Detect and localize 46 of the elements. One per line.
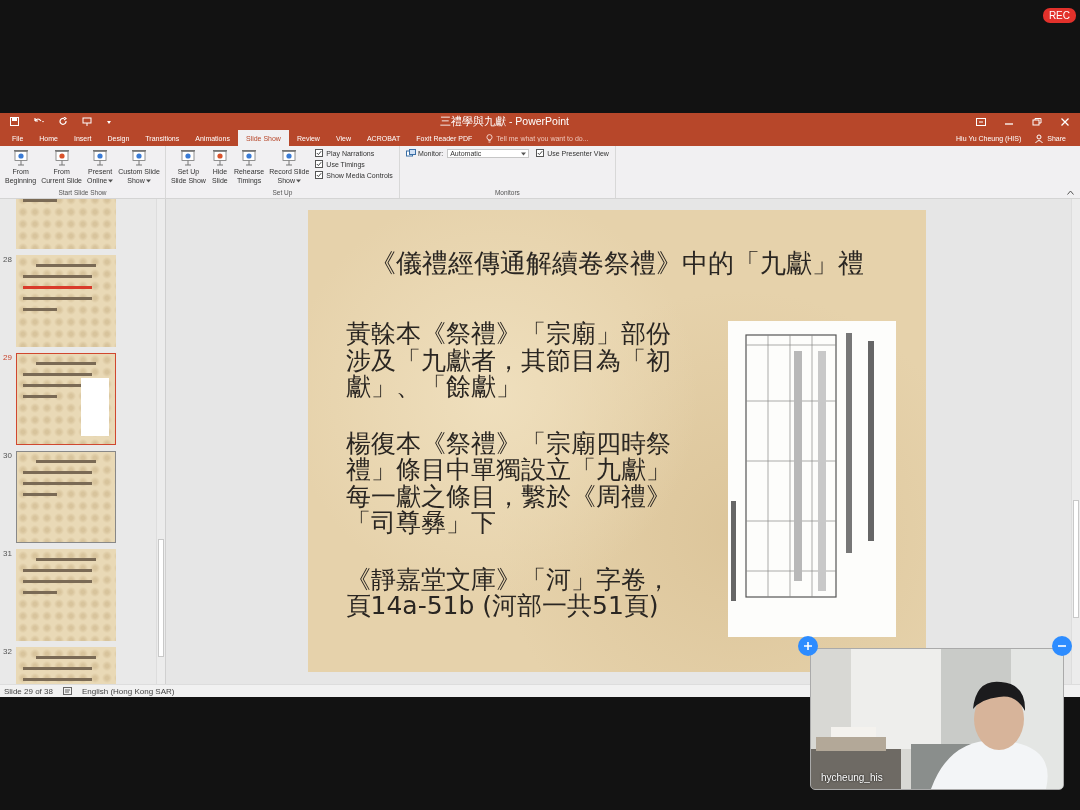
plus-icon bbox=[803, 641, 813, 651]
screen-icon bbox=[210, 149, 229, 166]
slide-paragraph: 《靜嘉堂文庫》「河」字卷，頁14a-51b (河部一共51頁) bbox=[345, 566, 672, 620]
customize-icon[interactable] bbox=[106, 118, 112, 125]
redo-icon[interactable] bbox=[59, 117, 68, 126]
screen-icon bbox=[91, 149, 110, 166]
collapse-ribbon-icon[interactable] bbox=[1067, 190, 1074, 195]
screen-icon bbox=[130, 149, 149, 166]
scrollbar[interactable] bbox=[1071, 199, 1080, 684]
slide-number: 30 bbox=[3, 451, 13, 462]
slide-number: 31 bbox=[3, 549, 13, 560]
person-icon bbox=[1035, 133, 1045, 143]
checkbox[interactable] bbox=[315, 149, 324, 157]
slide-thumbnail[interactable] bbox=[16, 353, 116, 445]
scrollbar[interactable] bbox=[156, 199, 165, 684]
lightbulb-icon bbox=[486, 133, 494, 143]
screen-icon bbox=[280, 149, 299, 166]
save-icon[interactable] bbox=[10, 117, 19, 126]
caret-icon bbox=[521, 151, 527, 156]
slide-thumbnail[interactable] bbox=[16, 549, 116, 641]
ribbon-display-icon[interactable] bbox=[976, 117, 986, 126]
checkbox[interactable] bbox=[315, 160, 324, 168]
screen-icon bbox=[11, 149, 30, 166]
monitor-icon bbox=[405, 149, 416, 158]
slide-title: 《儀禮經傳通解續卷祭禮》中的「九獻」禮 bbox=[368, 247, 865, 280]
slide-paragraph: 黃榦本《祭禮》「宗廟」部份涉及「九獻者，其節目為「初獻」、「餘獻」 bbox=[345, 321, 672, 401]
slide-counter: Slide 29 of 38 bbox=[4, 686, 53, 696]
screen-icon bbox=[240, 149, 259, 166]
presentation-icon[interactable] bbox=[82, 117, 92, 126]
close-icon[interactable] bbox=[1060, 117, 1070, 126]
slide-paragraph: 楊復本《祭禮》「宗廟四時祭禮」條目中單獨設立「九獻」每一獻之條目，繫於《周禮》「司尊彝」下 bbox=[345, 430, 672, 537]
slide-number: 28 bbox=[3, 255, 13, 266]
participant-name: hycheung_his bbox=[821, 772, 883, 783]
slide-thumbnail[interactable] bbox=[16, 451, 116, 543]
screen-icon bbox=[179, 149, 198, 166]
slide-number: 32 bbox=[3, 647, 13, 658]
notes-icon[interactable] bbox=[62, 687, 72, 695]
slide-thumbnail[interactable] bbox=[16, 255, 116, 347]
window-title: 三禮學與九獻 - PowerPoint bbox=[440, 114, 570, 129]
language-status[interactable]: English (Hong Kong SAR) bbox=[81, 686, 175, 696]
restore-icon[interactable] bbox=[1032, 117, 1042, 126]
screen-icon bbox=[52, 149, 71, 166]
checkbox[interactable] bbox=[315, 171, 324, 179]
checkbox[interactable] bbox=[536, 149, 545, 157]
slide-number: 29 bbox=[3, 353, 13, 364]
recording-badge: REC bbox=[1042, 8, 1076, 23]
